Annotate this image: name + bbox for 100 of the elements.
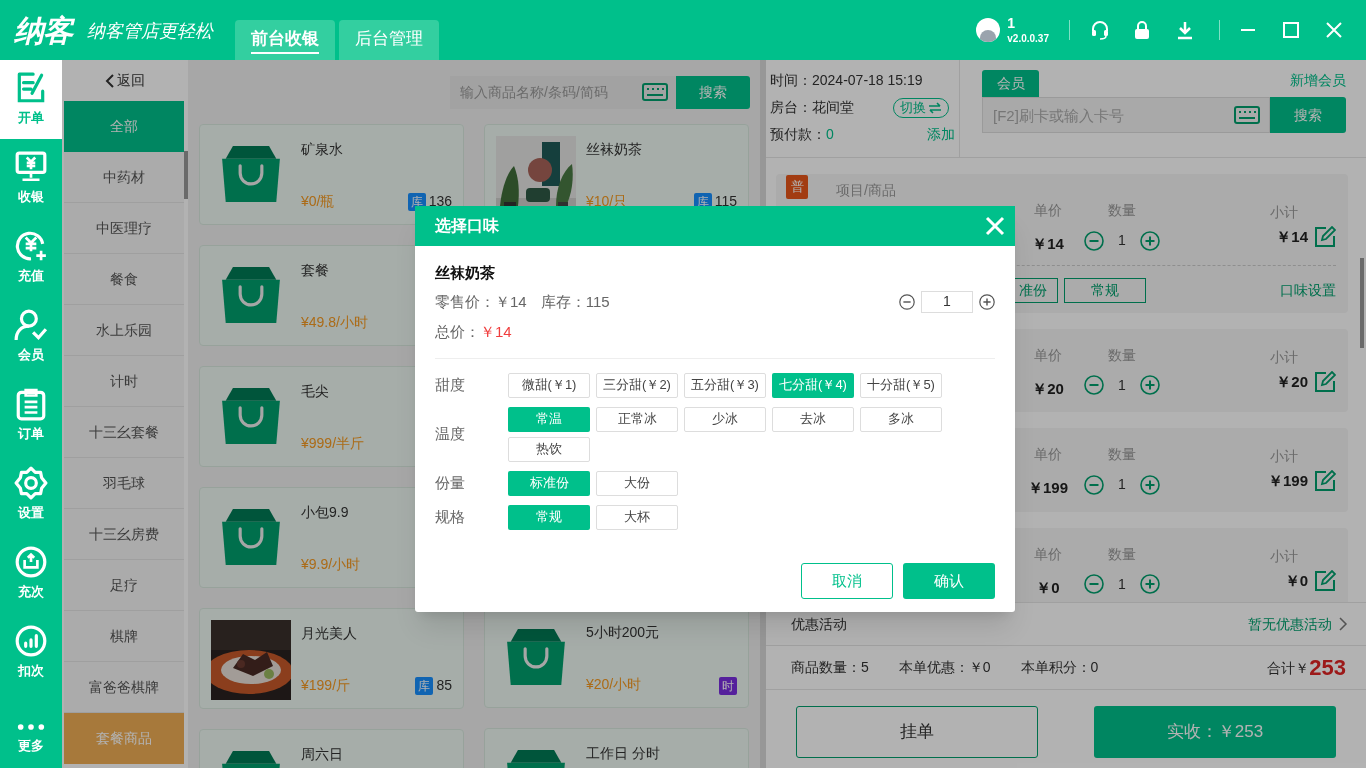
product-price: ¥20/小时 — [586, 675, 642, 694]
maximize-icon[interactable] — [1283, 22, 1299, 38]
headset-icon[interactable] — [1090, 20, 1110, 40]
column-header: 小计 — [1270, 348, 1298, 365]
edit-icon[interactable] — [1314, 569, 1336, 592]
product-card[interactable]: 周六日 — [199, 729, 464, 768]
plus-icon[interactable] — [979, 293, 995, 310]
quantity-value: 1 — [1118, 475, 1126, 494]
option-button[interactable]: 正常冰 — [596, 406, 678, 432]
stock-count: 136 — [428, 192, 452, 211]
stock-info: 库存：115 — [540, 291, 610, 312]
edit-icon[interactable] — [1314, 226, 1336, 249]
product-price: ¥0/瓶 — [301, 192, 335, 211]
close-icon[interactable] — [985, 216, 1005, 236]
product-name: 工作日 分时 — [586, 744, 660, 763]
column-header: 数量 — [1108, 201, 1136, 220]
product-name: 周六日 — [301, 745, 343, 764]
minus-icon[interactable] — [899, 293, 915, 310]
hold-order-button[interactable]: 挂单 — [796, 706, 1038, 758]
room-value: 花间堂 — [812, 98, 854, 117]
total-amount: 253 — [1309, 656, 1346, 679]
close-icon[interactable] — [1326, 22, 1342, 38]
stock-count: 115 — [714, 192, 737, 211]
product-price: ¥199/斤 — [301, 676, 351, 695]
scrollbar-thumb[interactable] — [184, 151, 188, 199]
category-item[interactable]: 富爸爸棋牌 — [64, 662, 184, 713]
option-button[interactable]: 热饮 — [508, 436, 590, 462]
option-button[interactable]: 五分甜(￥3) — [684, 372, 766, 398]
column-header: 项目/商品 — [836, 181, 897, 200]
product-name: 套餐 — [301, 261, 329, 280]
app-logo: 纳客 — [14, 12, 73, 49]
promotion-label: 优惠活动 — [791, 614, 847, 634]
badge: 库 — [415, 676, 434, 695]
quantity-value: 1 — [1118, 231, 1126, 250]
column-header: 单价 — [1034, 544, 1062, 564]
avatar-icon — [976, 18, 1001, 42]
product-name: 毛尖 — [301, 382, 329, 401]
column-header: 数量 — [1108, 345, 1136, 365]
settings-icon — [14, 466, 48, 501]
circle-box-icon — [14, 545, 48, 580]
taste-settings-link[interactable]: 口味设置 — [1280, 279, 1336, 301]
category-item[interactable]: 足疗 — [64, 560, 184, 611]
swap-icon — [928, 101, 942, 114]
quantity-value: 1 — [1118, 375, 1126, 395]
total-label: 合计￥ — [1267, 658, 1310, 678]
category-item[interactable]: 计时 — [64, 356, 184, 407]
option-button[interactable]: 多冰 — [860, 406, 942, 432]
category-item[interactable]: 餐食 — [64, 254, 184, 305]
unit-price: ￥199 — [1028, 478, 1068, 498]
product-name: 月光美人 — [301, 624, 357, 643]
item-count: 商品数量：5 — [791, 658, 869, 677]
order-points: 本单积分：0 — [1020, 658, 1099, 677]
option-button[interactable]: 微甜(￥1) — [508, 372, 590, 398]
column-header: 数量 — [1108, 445, 1136, 464]
category-item[interactable]: 十三幺房费 — [64, 509, 184, 560]
prepay-value: 0 — [826, 125, 834, 144]
product-card[interactable]: 工作日 分时 — [484, 728, 749, 768]
category-item[interactable]: 棋牌 — [64, 611, 184, 662]
category-item[interactable]: 中医理疗 — [64, 203, 184, 254]
back-button[interactable]: 返回 — [62, 60, 188, 101]
option-button[interactable]: 十分甜(￥5) — [860, 372, 942, 398]
category-item[interactable]: 中药材 — [64, 152, 184, 203]
person-check-icon — [14, 308, 48, 343]
subtotal-value: ￥199 — [1267, 471, 1308, 491]
option-group-label: 规格 — [435, 506, 466, 527]
lock-icon[interactable] — [1132, 20, 1152, 40]
edit-icon[interactable] — [1314, 470, 1336, 493]
quantity-value: 1 — [1118, 574, 1126, 594]
chevron-left-icon — [105, 72, 115, 89]
badge: 普 — [786, 174, 808, 199]
option-button[interactable]: 三分甜(￥2) — [596, 372, 678, 398]
room-label: 房台： — [770, 98, 812, 117]
quantity-field[interactable]: 1 — [921, 290, 973, 313]
option-button[interactable]: 少冰 — [684, 406, 766, 432]
stock-count: 85 — [436, 676, 452, 695]
option-button[interactable]: 去冰 — [772, 406, 854, 432]
download-icon[interactable] — [1175, 20, 1195, 40]
keyboard-icon[interactable] — [1233, 106, 1261, 124]
keyboard-icon[interactable] — [642, 83, 668, 101]
option-button[interactable]: 大杯 — [596, 504, 678, 530]
subtotal-value: ￥0 — [1284, 570, 1308, 591]
clipboard-icon — [14, 387, 48, 422]
product-card[interactable]: 月光美人 ¥199/斤 库 85 — [199, 608, 464, 709]
total-price: ￥14 — [480, 322, 512, 342]
column-header: 单价 — [1034, 345, 1062, 365]
category-item[interactable]: 水上乐园 — [64, 305, 184, 356]
product-name: 丝袜奶茶 — [586, 140, 642, 159]
unit-price: ￥14 — [1032, 234, 1064, 254]
category-item[interactable]: 十三幺套餐 — [64, 407, 184, 458]
edit-icon[interactable] — [1314, 370, 1336, 393]
option-button[interactable]: 大份 — [596, 470, 678, 496]
option-group-label: 温度 — [435, 423, 466, 444]
scrollbar-thumb[interactable] — [1360, 258, 1364, 348]
shopping-bag-icon — [222, 146, 280, 202]
badge: 时 — [719, 677, 737, 695]
column-header: 数量 — [1108, 544, 1136, 564]
bar-chart-icon — [14, 624, 48, 659]
category-item[interactable]: 羽毛球 — [64, 458, 184, 509]
option-group-label: 甜度 — [435, 374, 466, 395]
shopping-bag-icon — [507, 629, 565, 685]
